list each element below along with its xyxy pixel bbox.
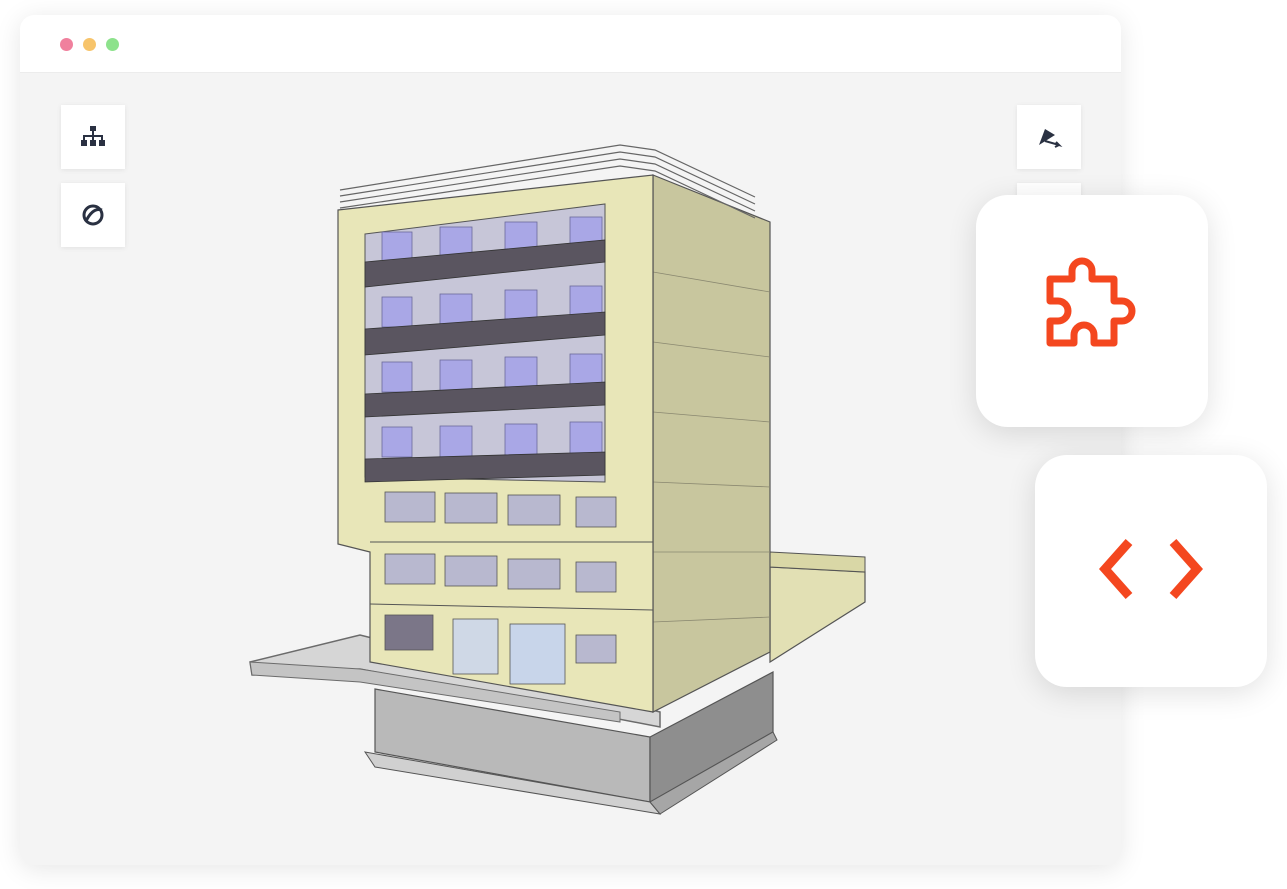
upper-floors — [364, 203, 606, 483]
orbit-icon — [79, 201, 107, 229]
viewer-window — [20, 15, 1121, 865]
section-plane-button[interactable] — [1017, 105, 1081, 169]
minimize-window-dot[interactable] — [83, 38, 96, 51]
3d-viewport[interactable] — [20, 72, 1121, 865]
puzzle-piece-icon — [1040, 257, 1144, 366]
plugins-card[interactable] — [976, 195, 1208, 427]
hierarchy-icon — [79, 123, 107, 151]
maximize-window-dot[interactable] — [106, 38, 119, 51]
window-titlebar — [20, 15, 1121, 73]
code-card[interactable] — [1035, 455, 1267, 687]
section-plane-icon — [1035, 123, 1063, 151]
close-window-dot[interactable] — [60, 38, 73, 51]
orbit-button[interactable] — [61, 183, 125, 247]
tree-view-button[interactable] — [61, 105, 125, 169]
code-brackets-icon — [1098, 534, 1204, 609]
building-model[interactable] — [20, 72, 1121, 865]
